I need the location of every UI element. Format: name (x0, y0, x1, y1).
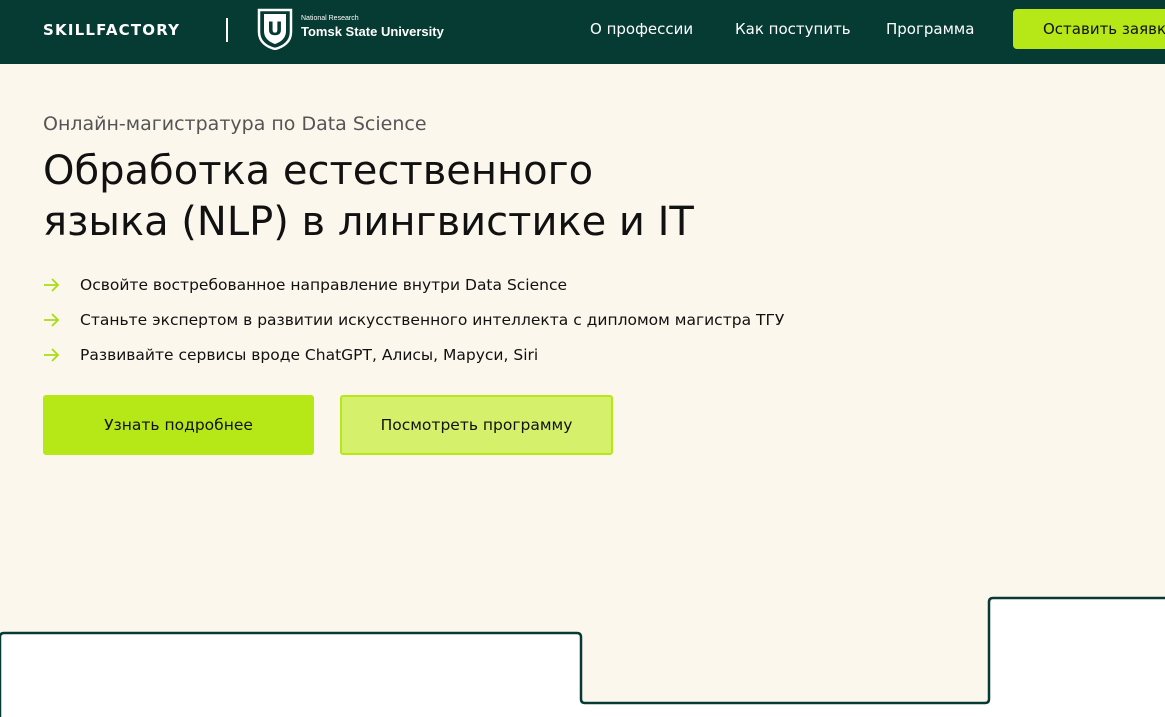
benefit-item: Развивайте сервисы вроде ChatGPT, Алисы,… (43, 344, 784, 379)
skillfactory-logo[interactable]: SKILLFACTORY (43, 21, 180, 39)
apply-button[interactable]: Оставить заявку (1013, 9, 1165, 49)
page-title-line-1: Обработка естественного (43, 148, 594, 194)
partner-subtitle: National Research (301, 15, 359, 22)
nav-link-about[interactable]: О профессии (590, 20, 693, 38)
arrow-right-icon (44, 348, 60, 362)
benefit-text: Станьте экспертом в развитии искусственн… (80, 311, 785, 329)
partner-name[interactable]: Tomsk State University (301, 24, 444, 39)
benefit-text: Развивайте сервисы вроде ChatGPT, Алисы,… (80, 346, 539, 364)
page-title-line-2: языка (NLP) в лингвистике и IT (43, 199, 694, 245)
arrow-right-icon (44, 278, 60, 292)
benefit-text: Освойте востребованное направление внутр… (80, 276, 568, 294)
hero-eyebrow: Онлайн-магистратура по Data Science (43, 113, 427, 135)
logo-divider (226, 18, 228, 42)
nav-link-program[interactable]: Программа (886, 20, 974, 38)
decorative-steps (0, 596, 1165, 717)
benefits-list: Освойте востребованное направление внутр… (43, 274, 784, 379)
learn-more-button[interactable]: Узнать подробнее (43, 395, 314, 455)
emblem-letter: U (267, 18, 282, 40)
benefit-item: Освойте востребованное направление внутр… (43, 274, 784, 309)
page-title: Обработка естественного языка (NLP) в ли… (43, 146, 943, 248)
view-program-button[interactable]: Посмотреть программу (340, 395, 613, 455)
arrow-right-icon (44, 313, 60, 327)
tsu-emblem-icon: U (257, 8, 293, 50)
site-header: SKILLFACTORY U National Research Tomsk S… (0, 0, 1165, 64)
nav-link-admission[interactable]: Как поступить (735, 20, 851, 38)
benefit-item: Станьте экспертом в развитии искусственн… (43, 309, 784, 344)
